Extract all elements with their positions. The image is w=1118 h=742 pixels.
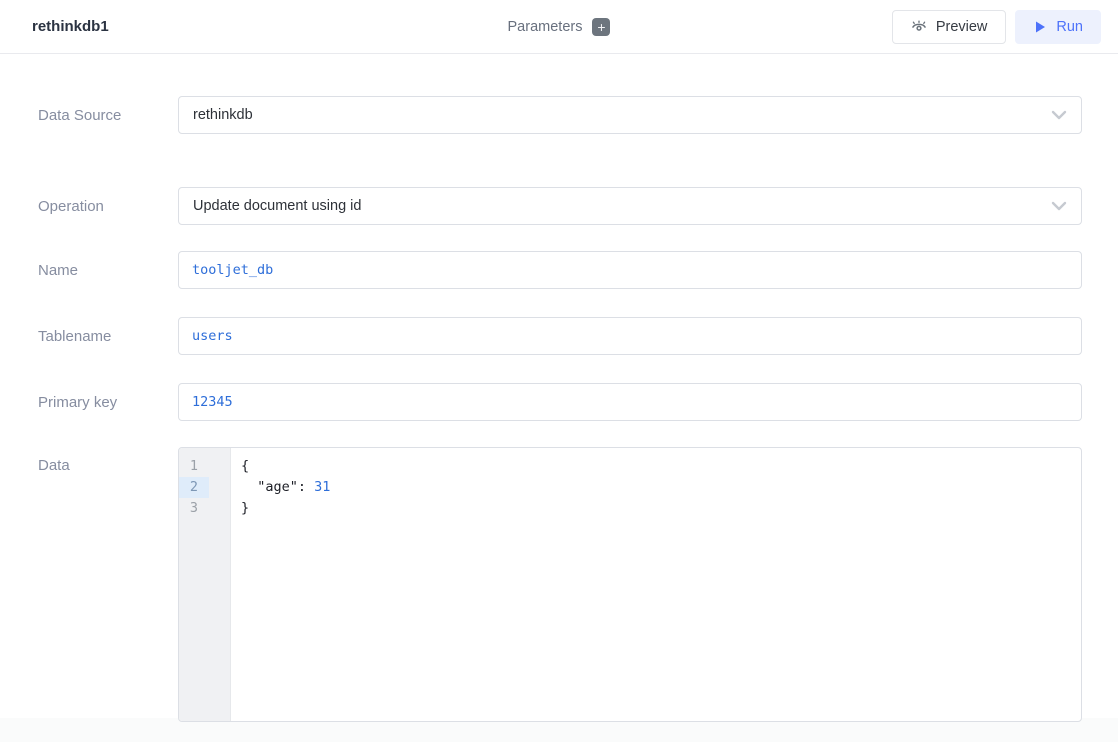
eye-icon [911,20,927,34]
preview-button-label: Preview [936,19,988,35]
operation-select[interactable]: Update document using id [178,187,1082,225]
query-name: rethinkdb1 [32,18,109,35]
run-button[interactable]: Run [1015,10,1101,44]
line-number: 1 [179,456,209,477]
primary-key-label: Primary key [38,394,178,411]
chevron-down-icon [1051,110,1067,120]
query-form: Data Source rethinkdb Operation Update d… [0,54,1118,722]
plus-icon: + [597,19,605,35]
tablename-input[interactable] [178,317,1082,355]
line-number-active: 2 [179,477,209,498]
header-actions: Preview Run [892,10,1101,44]
add-parameter-button[interactable]: + [592,18,610,36]
primary-key-input[interactable] [178,383,1082,421]
code-content[interactable]: { "age": 31 } [231,448,1081,721]
data-source-select[interactable]: rethinkdb [178,96,1082,134]
name-label: Name [38,262,178,279]
tablename-label: Tablename [38,328,178,345]
line-number-gutter: 1 2 3 [179,448,231,721]
data-row: Data 1 2 3 { "age": 31 } [38,447,1082,722]
parameters-section: Parameters + [489,18,629,36]
code-line: } [241,498,1081,519]
name-row: Name [38,251,1082,289]
query-editor-header: rethinkdb1 Parameters + Preview [0,0,1118,54]
name-input[interactable] [178,251,1082,289]
chevron-down-icon [1051,201,1067,211]
run-button-label: Run [1056,19,1083,35]
operation-label: Operation [38,198,178,215]
data-label: Data [38,447,178,474]
data-code-editor[interactable]: 1 2 3 { "age": 31 } [178,447,1082,722]
operation-row: Operation Update document using id [38,187,1082,225]
tablename-row: Tablename [38,317,1082,355]
data-source-label: Data Source [38,107,178,124]
line-number: 3 [179,498,209,519]
data-source-row: Data Source rethinkdb [38,96,1082,134]
data-source-value: rethinkdb [193,107,253,123]
code-line: { [241,456,1081,477]
operation-value: Update document using id [193,198,361,214]
play-icon [1033,20,1047,34]
parameters-label: Parameters [508,19,583,35]
code-line: "age": 31 [241,477,1081,498]
preview-button[interactable]: Preview [892,10,1007,44]
primary-key-row: Primary key [38,383,1082,421]
